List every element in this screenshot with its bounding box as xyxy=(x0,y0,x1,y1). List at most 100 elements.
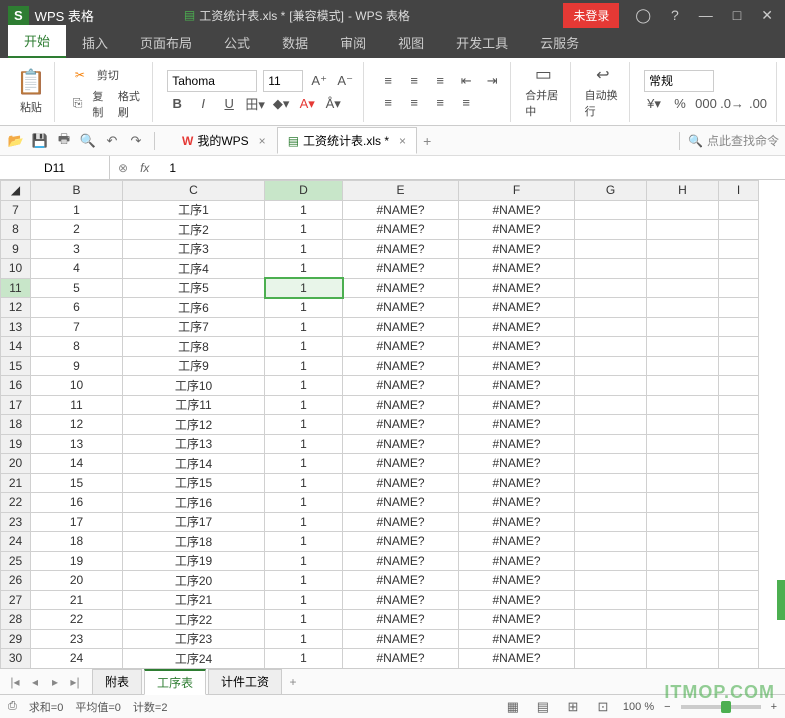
cell[interactable]: 1 xyxy=(265,395,343,415)
cell[interactable]: 1 xyxy=(265,571,343,591)
align-bottom-icon[interactable]: ≡ xyxy=(430,71,450,91)
cell[interactable] xyxy=(575,532,647,552)
maximize-icon[interactable]: □ xyxy=(729,7,745,23)
row-header[interactable]: 17 xyxy=(1,395,31,415)
cell[interactable] xyxy=(647,473,719,493)
cell[interactable] xyxy=(719,317,759,337)
cell[interactable]: 22 xyxy=(31,610,123,630)
cell[interactable]: 工序12 xyxy=(123,415,265,435)
cell[interactable]: #NAME? xyxy=(459,356,575,376)
cell[interactable]: 1 xyxy=(265,239,343,259)
cell[interactable] xyxy=(575,200,647,220)
add-tab-button[interactable]: + xyxy=(423,133,431,149)
cell[interactable]: 19 xyxy=(31,551,123,571)
cell[interactable]: #NAME? xyxy=(459,512,575,532)
cell[interactable]: 21 xyxy=(31,590,123,610)
save-icon[interactable]: 💾 xyxy=(30,131,50,151)
cancel-formula-icon[interactable]: ⊗ xyxy=(118,161,128,175)
indent-dec-icon[interactable]: ⇤ xyxy=(456,71,476,91)
cell[interactable] xyxy=(719,220,759,240)
cell[interactable] xyxy=(647,337,719,357)
login-button[interactable]: 未登录 xyxy=(563,3,619,28)
row-header[interactable]: 10 xyxy=(1,259,31,279)
cell[interactable]: 工序17 xyxy=(123,512,265,532)
cell[interactable] xyxy=(575,259,647,279)
menu-tab-4[interactable]: 数据 xyxy=(266,27,324,58)
row-header[interactable]: 15 xyxy=(1,356,31,376)
help-icon[interactable]: ? xyxy=(667,7,683,23)
spreadsheet-grid[interactable]: ◢BCDEFGHI71工序11#NAME?#NAME?82工序21#NAME?#… xyxy=(0,180,785,668)
cell[interactable] xyxy=(575,376,647,396)
cell[interactable]: #NAME? xyxy=(343,220,459,240)
cell[interactable]: #NAME? xyxy=(459,395,575,415)
cell[interactable]: 工序9 xyxy=(123,356,265,376)
cell[interactable]: 1 xyxy=(31,200,123,220)
cell[interactable]: #NAME? xyxy=(459,629,575,649)
cell[interactable]: 工序11 xyxy=(123,395,265,415)
cell[interactable]: 1 xyxy=(265,434,343,454)
cell[interactable]: 1 xyxy=(265,356,343,376)
dec-decrease-icon[interactable]: .00 xyxy=(748,94,768,114)
number-format-select[interactable] xyxy=(644,70,714,92)
open-icon[interactable]: 📂 xyxy=(6,131,26,151)
cell[interactable]: 1 xyxy=(265,200,343,220)
cell[interactable] xyxy=(719,590,759,610)
cell[interactable] xyxy=(719,454,759,474)
cell[interactable]: 工序22 xyxy=(123,610,265,630)
cell[interactable]: 工序7 xyxy=(123,317,265,337)
name-box[interactable]: D11 xyxy=(0,156,110,179)
row-header[interactable]: 19 xyxy=(1,434,31,454)
cell[interactable] xyxy=(719,571,759,591)
cell[interactable] xyxy=(719,337,759,357)
cell[interactable]: #NAME? xyxy=(343,532,459,552)
menu-tab-0[interactable]: 开始 xyxy=(8,25,66,58)
cell[interactable] xyxy=(719,298,759,318)
cell[interactable] xyxy=(647,356,719,376)
cell[interactable]: #NAME? xyxy=(459,473,575,493)
menu-tab-7[interactable]: 开发工具 xyxy=(440,27,524,58)
align-left-icon[interactable]: ≡ xyxy=(378,93,398,113)
cell[interactable] xyxy=(575,571,647,591)
cell[interactable]: 16 xyxy=(31,493,123,513)
cell[interactable] xyxy=(719,278,759,298)
cell[interactable]: #NAME? xyxy=(459,337,575,357)
cell[interactable]: #NAME? xyxy=(343,512,459,532)
cell[interactable]: 12 xyxy=(31,415,123,435)
print-icon[interactable]: 🖶 xyxy=(54,131,74,151)
cell[interactable]: #NAME? xyxy=(459,590,575,610)
cell[interactable] xyxy=(575,629,647,649)
cell[interactable]: #NAME? xyxy=(459,259,575,279)
cell[interactable]: 1 xyxy=(265,629,343,649)
last-sheet-icon[interactable]: ▸| xyxy=(66,675,84,689)
cell[interactable] xyxy=(647,434,719,454)
cell[interactable] xyxy=(647,376,719,396)
cell[interactable]: #NAME? xyxy=(343,298,459,318)
align-justify-icon[interactable]: ≡ xyxy=(456,93,476,113)
dec-increase-icon[interactable]: .0→ xyxy=(722,94,742,114)
cell[interactable]: 工序3 xyxy=(123,239,265,259)
filetab-document[interactable]: ▤ 工资统计表.xls * × xyxy=(277,127,417,154)
cell[interactable]: #NAME? xyxy=(459,317,575,337)
cell[interactable] xyxy=(719,376,759,396)
cell[interactable]: 4 xyxy=(31,259,123,279)
close-icon[interactable]: × xyxy=(259,134,266,148)
border-icon[interactable]: 田▾ xyxy=(245,94,265,114)
cell[interactable] xyxy=(719,532,759,552)
cell[interactable]: #NAME? xyxy=(343,649,459,669)
cell[interactable] xyxy=(647,454,719,474)
copy-button[interactable]: 复制 xyxy=(92,88,110,120)
fill-color-icon[interactable]: ◆▾ xyxy=(271,94,291,114)
cell[interactable]: #NAME? xyxy=(459,376,575,396)
row-header[interactable]: 18 xyxy=(1,415,31,435)
wrap-icon[interactable]: ↩ xyxy=(596,67,609,84)
cell[interactable] xyxy=(575,317,647,337)
cell[interactable] xyxy=(647,259,719,279)
cell[interactable] xyxy=(575,434,647,454)
cell[interactable] xyxy=(575,415,647,435)
cell[interactable]: 1 xyxy=(265,649,343,669)
cell[interactable]: 工序10 xyxy=(123,376,265,396)
row-header[interactable]: 12 xyxy=(1,298,31,318)
cell[interactable]: #NAME? xyxy=(343,239,459,259)
cell[interactable] xyxy=(575,337,647,357)
cell[interactable]: #NAME? xyxy=(343,259,459,279)
